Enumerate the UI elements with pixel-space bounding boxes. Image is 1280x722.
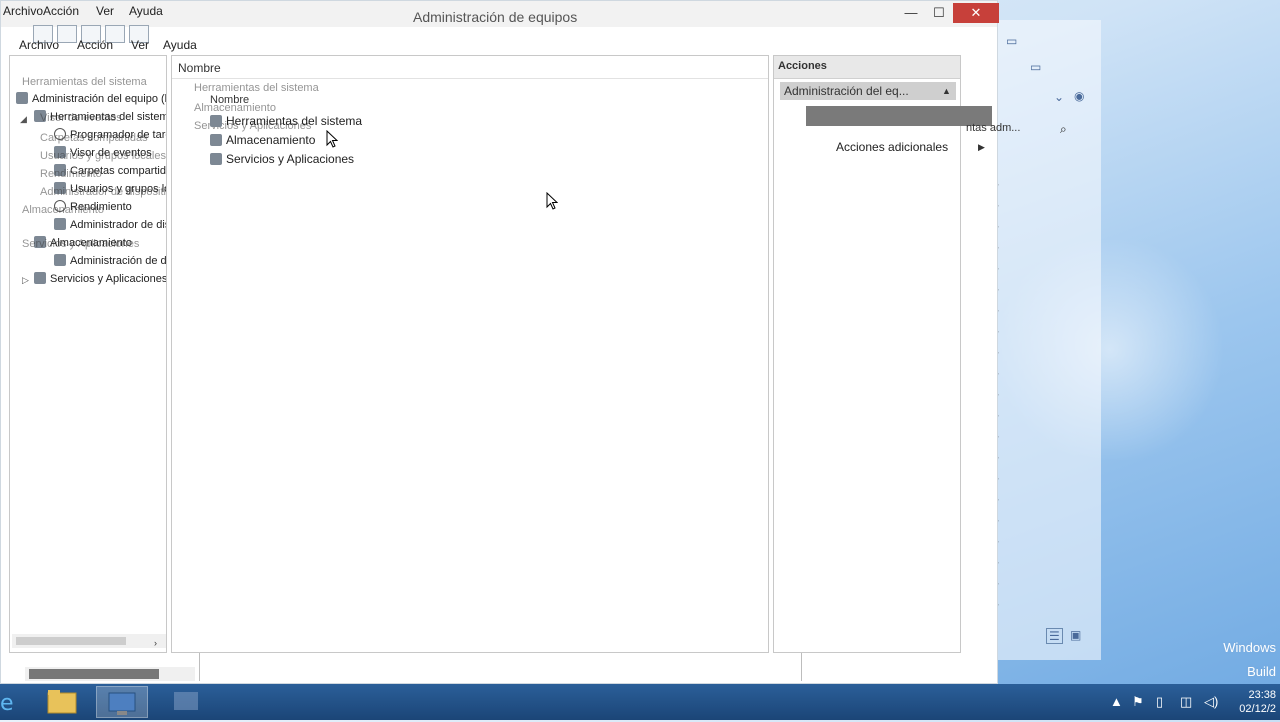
tree-horizontal-scrollbar[interactable] xyxy=(12,634,166,648)
tree-item-discos[interactable]: Administración de discos xyxy=(54,254,167,267)
ghost-tree-text: Carpetas compartidas xyxy=(40,132,148,144)
more-actions-link[interactable]: Acciones adicionales xyxy=(836,140,948,154)
ghost-search-icon: ⌕ xyxy=(1060,122,1067,136)
computer-management-taskbar-icon[interactable] xyxy=(96,686,148,718)
watermark-windows: Windows xyxy=(1223,640,1276,655)
close-button[interactable]: ✕ xyxy=(953,3,999,23)
ghost-minimize-icon: ▭ xyxy=(1006,34,1018,48)
console-tree[interactable]: Administración del equipo (local) ◢ Herr… xyxy=(9,55,167,653)
submenu-arrow-icon: ▶ xyxy=(978,142,985,152)
tree-item-servicios[interactable]: Servicios y Aplicaciones xyxy=(34,272,167,285)
network-icon[interactable]: ◫ xyxy=(1180,694,1192,710)
actions-section-header[interactable]: Administración del eq... xyxy=(780,82,956,100)
ghost-menu-ver: Ver xyxy=(131,38,150,52)
collapse-icon[interactable]: ◢ xyxy=(20,114,27,125)
watermark-build: Build xyxy=(1247,664,1276,679)
services-icon xyxy=(34,272,46,284)
ghost-horizontal-scrollbar[interactable] xyxy=(25,667,195,681)
column-header-name[interactable]: Nombre xyxy=(172,56,768,79)
maximize-button[interactable]: ☐ xyxy=(925,3,953,23)
taskbar: e xyxy=(0,684,1280,720)
actions-pane: Acciones Administración del eq... ▲ ntas… xyxy=(773,55,1020,653)
storage-icon xyxy=(210,134,222,146)
svg-text:e: e xyxy=(0,691,14,716)
menu-archivo[interactable]: Archivo xyxy=(3,4,43,18)
ghost-tree-text: Almacenamiento xyxy=(22,204,104,216)
scrollbar-thumb[interactable] xyxy=(29,669,159,679)
mouse-cursor-icon xyxy=(546,192,558,210)
ghost-taskbar-icon[interactable] xyxy=(160,686,212,718)
window-title: Administración de equipos xyxy=(413,9,578,25)
internet-explorer-icon[interactable]: e xyxy=(0,686,18,718)
collapse-section-icon[interactable]: ▲ xyxy=(942,86,951,96)
ghost-tree-text: Administrador de dispositivos xyxy=(40,186,166,198)
tree-item-label: Administrador de dispositivos xyxy=(70,219,166,231)
ghost-actions-bar xyxy=(806,106,992,126)
tree-root[interactable]: Administración del equipo (local) xyxy=(16,92,167,105)
ghost-help-icon: ◉ xyxy=(1074,89,1085,103)
ghost-list-text: Almacenamiento xyxy=(194,102,276,114)
menu-ayuda[interactable]: Ayuda xyxy=(129,4,163,18)
actions-section-label: Administración del eq... xyxy=(784,84,909,98)
tree-item-label: Servicios y Aplicaciones xyxy=(50,273,167,285)
volume-icon[interactable]: ◁) xyxy=(1204,694,1218,710)
ghost-menu-ayuda: Ayuda xyxy=(163,38,197,52)
large-icons-view-icon[interactable]: ▣ xyxy=(1070,628,1081,642)
forward-icon[interactable] xyxy=(57,25,77,43)
list-item-almacenamiento[interactable]: Almacenamiento xyxy=(210,133,315,147)
menu-ver[interactable]: Ver xyxy=(96,4,114,18)
device-manager-icon xyxy=(54,218,66,230)
computer-management-icon xyxy=(16,92,28,104)
minimize-button[interactable]: — xyxy=(897,3,925,23)
ghost-menu-archivo: Archivo xyxy=(19,38,60,52)
action-center-flag-icon[interactable]: ⚑ xyxy=(1132,694,1144,710)
taskbar-clock[interactable]: 23:38 02/12/2 xyxy=(1239,688,1276,716)
scrollbar-thumb[interactable] xyxy=(16,637,126,645)
power-icon[interactable]: ▯ xyxy=(1156,694,1163,710)
ghost-tree-text: Usuarios y grupos locales xyxy=(40,150,166,162)
actions-header-label: Acciones xyxy=(778,60,827,72)
scroll-right-icon[interactable]: › xyxy=(154,638,157,648)
ghost-list-text: Herramientas del sistema xyxy=(194,82,319,94)
menu-accion[interactable]: Acción xyxy=(43,4,79,18)
list-item-herramientas[interactable]: Herramientas del sistema xyxy=(210,114,362,128)
ghost-tree-text: Servicios y Aplicaciones xyxy=(22,238,140,250)
file-explorer-icon[interactable] xyxy=(36,686,88,718)
ghost-restore-icon: ▭ xyxy=(1030,60,1042,74)
ghost-tree-text: Rendimiento xyxy=(40,168,102,180)
ghost-tree-text: Visor de eventos xyxy=(40,112,122,124)
list-item-label: Herramientas del sistema xyxy=(226,114,363,128)
results-pane[interactable]: Nombre Nombre Herramientas del sistema A… xyxy=(171,55,769,653)
list-item-servicios[interactable]: Servicios y Aplicaciones xyxy=(210,152,354,166)
ghost-menu-accion: Acción xyxy=(77,38,114,52)
column-header-label: Nombre xyxy=(178,61,221,75)
ghost-actions-text: ntas adm... xyxy=(966,122,1021,134)
tools-icon xyxy=(210,115,222,127)
services-icon xyxy=(210,153,222,165)
show-hidden-icons-icon[interactable]: ▲ xyxy=(1110,694,1123,709)
details-view-icon[interactable]: ☰ xyxy=(1046,628,1063,644)
clock-time: 23:38 xyxy=(1248,689,1276,701)
clock-date: 02/12/2 xyxy=(1239,703,1276,715)
expand-icon[interactable]: ▷ xyxy=(22,275,29,286)
list-item-label: Servicios y Aplicaciones xyxy=(226,152,355,166)
disk-icon xyxy=(54,254,66,266)
tree-root-label: Administración del equipo (local) xyxy=(32,93,167,105)
tree-item-label: Administración de discos xyxy=(70,255,167,267)
tree-item-dispositivos[interactable]: Administrador de dispositivos xyxy=(54,218,166,231)
ghost-chevron-down-icon: ⌄ xyxy=(1054,90,1065,104)
list-item-label: Almacenamiento xyxy=(226,133,316,147)
ghost-tree-text: Herramientas del sistema xyxy=(22,76,147,88)
computer-management-window: Administración de equipos — ☐ ✕ Archivo … xyxy=(0,0,1020,684)
mouse-cursor-icon xyxy=(326,130,338,148)
actions-header: Acciones xyxy=(774,56,960,79)
